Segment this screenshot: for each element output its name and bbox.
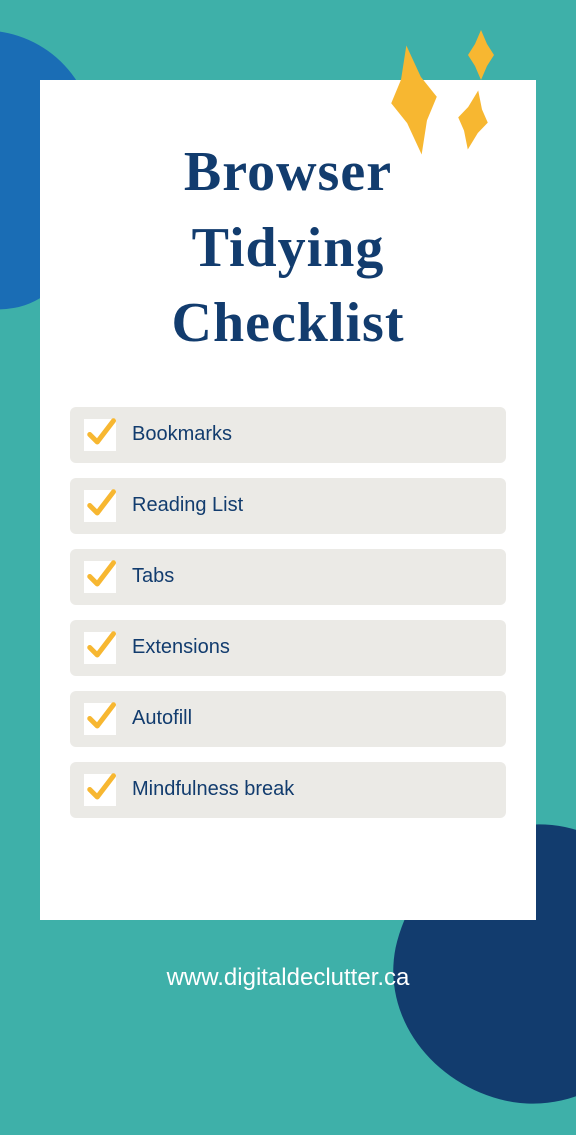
sparkle-icons — [336, 30, 516, 170]
checklist-item[interactable]: Reading List — [70, 478, 506, 534]
checkmark-icon — [86, 772, 116, 802]
checkmark-icon — [86, 488, 116, 518]
checklist-item-label: Mindfulness break — [132, 778, 294, 801]
checkmark-icon — [86, 559, 116, 589]
checklist-item-label: Reading List — [132, 494, 243, 517]
checkmark-icon — [86, 417, 116, 447]
checklist-item[interactable]: Autofill — [70, 691, 506, 747]
checklist-item-label: Bookmarks — [132, 423, 232, 446]
checkbox[interactable] — [84, 703, 116, 735]
checkbox[interactable] — [84, 561, 116, 593]
checklist-item[interactable]: Bookmarks — [70, 407, 506, 463]
checkmark-icon — [86, 630, 116, 660]
checkbox[interactable] — [84, 774, 116, 806]
checkbox[interactable] — [84, 419, 116, 451]
checkbox[interactable] — [84, 490, 116, 522]
title-line-3: Checklist — [172, 292, 405, 354]
checklist-item-label: Tabs — [132, 565, 174, 588]
title-line-2: Tidying — [192, 217, 385, 279]
checklist-item-label: Autofill — [132, 707, 192, 730]
checkmark-icon — [86, 701, 116, 731]
checkbox[interactable] — [84, 632, 116, 664]
checklist-item[interactable]: Tabs — [70, 549, 506, 605]
footer-url[interactable]: www.digitaldeclutter.ca — [0, 964, 576, 992]
checklist-container: Bookmarks Reading List Tabs Extensions A — [70, 407, 506, 818]
checklist-item[interactable]: Extensions — [70, 620, 506, 676]
checklist-item-label: Extensions — [132, 636, 230, 659]
checklist-item[interactable]: Mindfulness break — [70, 762, 506, 818]
checklist-card: Browser Tidying Checklist Bookmarks Read… — [40, 80, 536, 920]
